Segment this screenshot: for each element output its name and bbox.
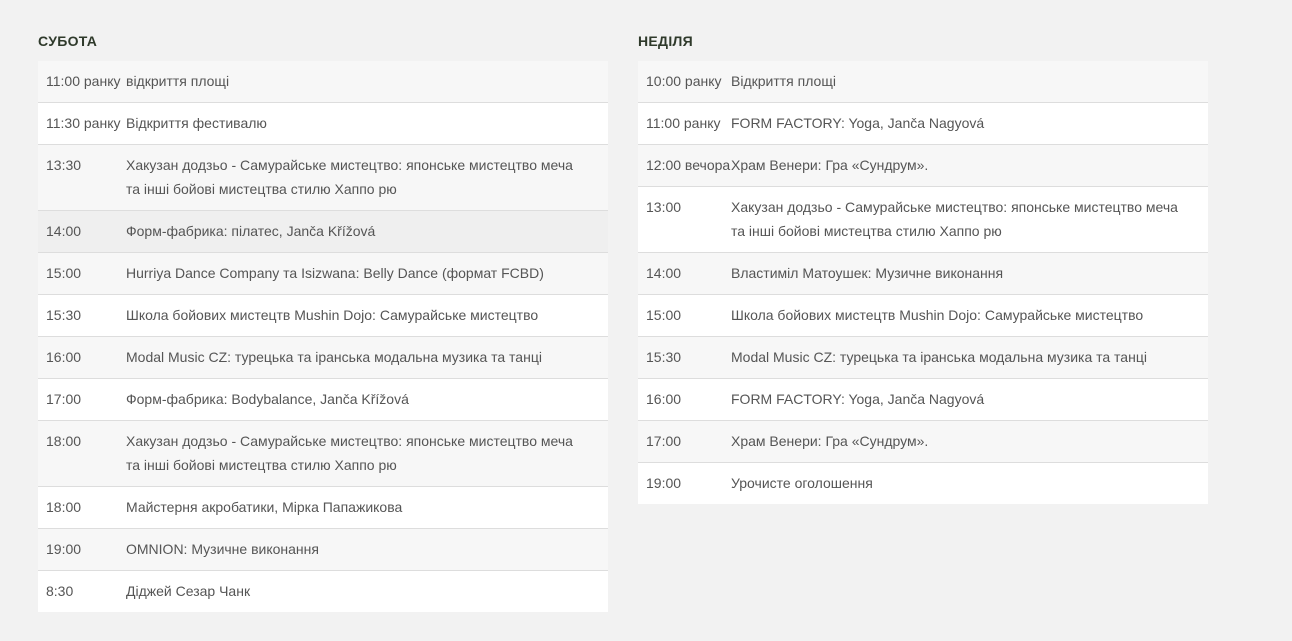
schedule-row: 15:00 Hurriya Dance Company та Isizwana: … xyxy=(38,252,608,295)
schedule-row: 13:00 Хакузан додзьо - Самурайське мистец… xyxy=(638,186,1208,253)
schedule-row: 8:30 Діджей Сезар Чанк xyxy=(38,570,608,612)
schedule-event: Майстерня акробатики, Мірка Папажикова xyxy=(126,486,608,529)
saturday-title: СУБОТА xyxy=(38,33,98,49)
schedule-time: 15:00 xyxy=(638,294,731,337)
sunday-title: НЕДІЛЯ xyxy=(638,33,693,49)
schedule-row: 15:00 Школа бойових мистецтв Mushin Dojo:… xyxy=(638,294,1208,337)
schedule-time: 11:30 ранку xyxy=(38,102,126,145)
schedule-time: 15:00 xyxy=(38,252,126,295)
schedule-row: 18:00 Хакузан додзьо - Самурайське мистец… xyxy=(38,420,608,487)
schedule-time: 10:00 ранку xyxy=(638,61,731,103)
schedule-row: 18:00 Майстерня акробатики, Мірка Папажик… xyxy=(38,486,608,529)
schedule-row: 14:00 Властиміл Матоушек: Музичне виконан… xyxy=(638,252,1208,295)
schedule-row: 15:30 Modal Music CZ: турецька та іранськ… xyxy=(638,336,1208,379)
schedule-row: 11:00 ранку відкриття площі xyxy=(38,61,608,103)
schedule-event: OMNION: Музичне виконання xyxy=(126,528,608,571)
schedule-time: 16:00 xyxy=(38,336,126,379)
saturday-schedule-table: 11:00 ранку відкриття площі 11:30 ранку Ві… xyxy=(38,61,608,612)
schedule-event: Храм Венери: Гра «Сундрум». xyxy=(731,144,1208,187)
schedule-time: 13:30 xyxy=(38,144,126,211)
schedule-time: 11:00 ранку xyxy=(38,61,126,103)
schedule-time: 18:00 xyxy=(38,486,126,529)
schedule-time: 15:30 xyxy=(638,336,731,379)
schedule-event: Modal Music CZ: турецька та іранська мод… xyxy=(731,336,1208,379)
saturday-column: СУБОТА 11:00 ранку відкриття площі 11:30 … xyxy=(38,0,608,612)
schedule-row: 14:00 Форм-фабрика: пілатес, Janča Křížov… xyxy=(38,210,608,253)
schedule-time: 13:00 xyxy=(638,186,731,253)
schedule-time: 12:00 вечора xyxy=(638,144,731,187)
schedule-time: 8:30 xyxy=(38,570,126,612)
schedule-event: Відкриття площі xyxy=(731,61,1208,103)
sunday-schedule-table: 10:00 ранку Відкриття площі 11:00 ранку FO… xyxy=(638,61,1208,504)
schedule-row: 12:00 вечора Храм Венери: Гра «Сундрум». xyxy=(638,144,1208,187)
schedule-row: 16:00 FORM FACTORY: Yoga, Janča Nagyová xyxy=(638,378,1208,421)
schedule-event: FORM FACTORY: Yoga, Janča Nagyová xyxy=(731,102,1208,145)
schedule-time: 19:00 xyxy=(38,528,126,571)
schedule-row: 11:30 ранку Відкриття фестивалю xyxy=(38,102,608,145)
schedule-row: 19:00 Урочисте оголошення xyxy=(638,462,1208,504)
schedule-time: 11:00 ранку xyxy=(638,102,731,145)
schedule-row: 17:00 Форм-фабрика: Bodybalance, Janča Kř… xyxy=(38,378,608,421)
schedule-time: 14:00 xyxy=(38,210,126,253)
schedule-row: 16:00 Modal Music CZ: турецька та іранськ… xyxy=(38,336,608,379)
schedule-event: Хакузан додзьо - Самурайське мистецтво: … xyxy=(126,144,608,211)
schedule-event: Школа бойових мистецтв Mushin Dojo: Саму… xyxy=(126,294,608,337)
schedule-event: Властиміл Матоушек: Музичне виконання xyxy=(731,252,1208,295)
saturday-schedule-body: 11:00 ранку відкриття площі 11:30 ранку Ві… xyxy=(38,61,608,612)
schedule-row: 13:30 Хакузан додзьо - Самурайське мистец… xyxy=(38,144,608,211)
schedule-event: Хакузан додзьо - Самурайське мистецтво: … xyxy=(126,420,608,487)
schedule-row: 15:30 Школа бойових мистецтв Mushin Dojo:… xyxy=(38,294,608,337)
schedule-event: Відкриття фестивалю xyxy=(126,102,608,145)
sunday-column: НЕДІЛЯ 10:00 ранку Відкриття площі 11:00 … xyxy=(638,0,1208,504)
schedule-event: Modal Music CZ: турецька та іранська мод… xyxy=(126,336,608,379)
schedule-event: Hurriya Dance Company та Isizwana: Belly… xyxy=(126,252,608,295)
schedule-time: 18:00 xyxy=(38,420,126,487)
schedule-row: 10:00 ранку Відкриття площі xyxy=(638,61,1208,103)
schedule-event: Школа бойових мистецтв Mushin Dojo: Саму… xyxy=(731,294,1208,337)
schedule-row: 17:00 Храм Венери: Гра «Сундрум». xyxy=(638,420,1208,463)
schedule-time: 15:30 xyxy=(38,294,126,337)
schedule-event: Форм-фабрика: пілатес, Janča Křížová xyxy=(126,210,608,253)
schedule-time: 16:00 xyxy=(638,378,731,421)
schedule-event: Хакузан додзьо - Самурайське мистецтво: … xyxy=(731,186,1208,253)
schedule-event: Храм Венери: Гра «Сундрум». xyxy=(731,420,1208,463)
schedule-time: 14:00 xyxy=(638,252,731,295)
schedule-time: 19:00 xyxy=(638,462,731,504)
sunday-schedule-body: 10:00 ранку Відкриття площі 11:00 ранку FO… xyxy=(638,61,1208,504)
schedule-event: Урочисте оголошення xyxy=(731,462,1208,504)
schedule-time: 17:00 xyxy=(38,378,126,421)
schedule-event: відкриття площі xyxy=(126,61,608,103)
schedule-time: 17:00 xyxy=(638,420,731,463)
schedule-event: FORM FACTORY: Yoga, Janča Nagyová xyxy=(731,378,1208,421)
schedule-event: Форм-фабрика: Bodybalance, Janča Křížová xyxy=(126,378,608,421)
schedule-row: 19:00 OMNION: Музичне виконання xyxy=(38,528,608,571)
schedule-row: 11:00 ранку FORM FACTORY: Yoga, Janča Nag… xyxy=(638,102,1208,145)
schedule-event: Діджей Сезар Чанк xyxy=(126,570,608,612)
